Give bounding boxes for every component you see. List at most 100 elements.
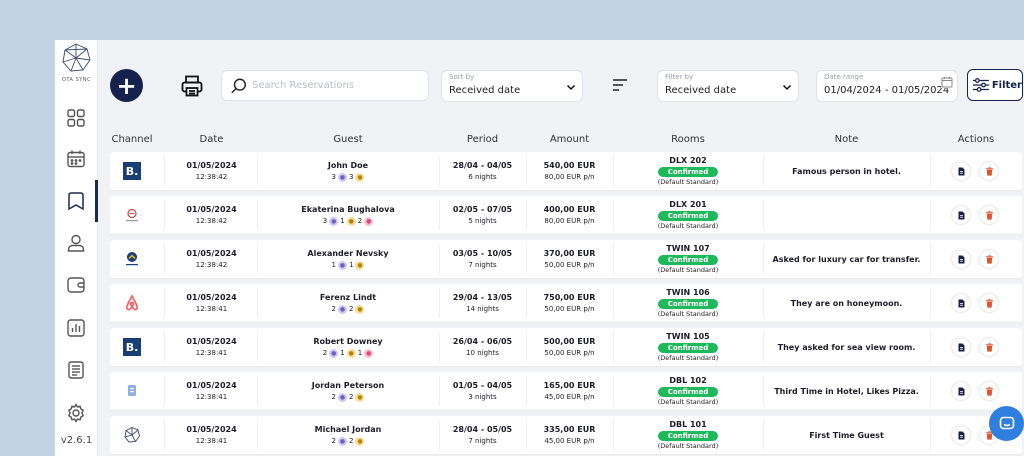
channel-cell: [110, 284, 154, 322]
guest-name[interactable]: Alexander Nevsky: [307, 248, 388, 260]
table-row[interactable]: 01/05/2024 12:38:41 Michael Jordan 2 ● 2 ●…: [110, 416, 1022, 454]
chevron-down-icon: [566, 84, 576, 91]
calendar-icon[interactable]: [941, 76, 953, 88]
bookmark-icon[interactable]: [65, 190, 87, 212]
delete-reservation-button[interactable]: [980, 206, 998, 224]
guest-name[interactable]: John Doe: [328, 160, 368, 172]
date-range-value: 01/04/2024 - 01/05/2024: [824, 85, 950, 96]
received-time: 12:38:41: [195, 436, 228, 445]
per-night-amount: 50,00 EUR p/n: [544, 348, 595, 357]
rate-plan: (Default Standard): [657, 398, 719, 406]
note-cell: They asked for sea view room.: [763, 328, 930, 366]
view-document-button[interactable]: [952, 382, 970, 400]
col-note[interactable]: Note: [763, 134, 930, 145]
col-rooms[interactable]: Rooms: [613, 134, 763, 145]
date-cell: 01/05/2024 12:38:41: [166, 372, 257, 410]
print-icon[interactable]: [180, 74, 204, 98]
filter-button[interactable]: Filter: [967, 69, 1023, 101]
table-row[interactable]: 01/05/2024 12:38:42 Ekaterina Bughalova …: [110, 196, 1022, 234]
sort-direction-icon[interactable]: [612, 78, 628, 92]
reservation-note: Third Time in Hotel, Likes Pizza.: [774, 386, 919, 396]
view-document-button[interactable]: [952, 206, 970, 224]
date-range-input[interactable]: Date range 01/04/2024 - 01/05/2024: [816, 70, 958, 102]
filter-by-caption: Filter by: [665, 73, 694, 81]
sort-select[interactable]: Sort by Received date: [441, 70, 583, 102]
document-icon: [958, 387, 964, 395]
filter-by-select[interactable]: Filter by Received date: [657, 70, 799, 102]
guest-counts: 2 ● 2 ●: [331, 304, 365, 314]
guest-cell: Robert Downey 2 ● 1 ● 1 ●: [257, 328, 439, 366]
table-row[interactable]: 01/05/2024 12:38:41 Jordan Peterson 2 ● 2…: [110, 372, 1022, 410]
status-badge: Confirmed: [657, 299, 719, 309]
delete-reservation-button[interactable]: [980, 250, 998, 268]
search-input[interactable]: [252, 80, 422, 91]
view-document-button[interactable]: [952, 294, 970, 312]
bar-chart-icon[interactable]: [65, 317, 87, 339]
booking-logo: B.: [123, 338, 141, 356]
period-cell: 29/04 - 13/05 14 nights: [439, 284, 526, 322]
adult-icon: ●: [338, 304, 347, 314]
per-night-amount: 45,00 EUR p/n: [544, 392, 595, 401]
wallet-icon[interactable]: [65, 274, 87, 296]
col-guest[interactable]: Guest: [257, 134, 439, 145]
note-cell: Famous person in hotel.: [763, 152, 930, 190]
table-row[interactable]: 01/05/2024 12:38:41 Ferenz Lindt 2 ● 2 ● 2…: [110, 284, 1022, 322]
room-name: DBL 102: [669, 376, 707, 385]
delete-reservation-button[interactable]: [980, 338, 998, 356]
rooms-cell: DBL 101 Confirmed (Default Standard): [613, 416, 763, 454]
col-channel[interactable]: Channel: [110, 134, 154, 145]
delete-reservation-button[interactable]: [980, 294, 998, 312]
channel-cell: [110, 372, 154, 410]
guest-name[interactable]: Jordan Peterson: [312, 380, 384, 392]
col-date[interactable]: Date: [166, 134, 257, 145]
guest-counts: 2 ● 2 ●: [331, 436, 365, 446]
guest-counts: 2 ● 1 ● 1 ●: [322, 348, 374, 358]
view-document-button[interactable]: [952, 426, 970, 444]
table-row[interactable]: 01/05/2024 12:38:42 Alexander Nevsky 1 ● …: [110, 240, 1022, 278]
reservation-note: First Time Guest: [809, 430, 884, 440]
received-date: 01/05/2024: [186, 204, 237, 214]
calendar-icon[interactable]: [65, 148, 87, 170]
room-name: DLX 201: [669, 200, 707, 209]
gear-icon[interactable]: [65, 402, 87, 424]
note-cell: They are on honeymoon.: [763, 284, 930, 322]
ota-sync-logo[interactable]: [59, 42, 93, 76]
col-period[interactable]: Period: [439, 134, 526, 145]
guest-name[interactable]: Ferenz Lindt: [320, 292, 376, 304]
nights-count: 10 nights: [466, 348, 499, 357]
ota-sync-channel-logo: [124, 427, 140, 443]
col-amount[interactable]: Amount: [526, 134, 613, 145]
rate-plan: (Default Standard): [657, 442, 719, 450]
status-badge: Confirmed: [657, 167, 719, 177]
received-date: 01/05/2024: [186, 424, 237, 434]
rooms-cell: TWIN 107 Confirmed (Default Standard): [613, 240, 763, 278]
guest-name[interactable]: Robert Downey: [313, 336, 382, 348]
rooms-cell: DLX 201 Confirmed (Default Standard): [613, 196, 763, 234]
table-row[interactable]: B. 01/05/2024 12:38:41 Robert Downey 2 ● …: [110, 328, 1022, 366]
delete-reservation-button[interactable]: [980, 162, 998, 180]
child-icon: ●: [355, 260, 365, 270]
view-document-button[interactable]: [952, 250, 970, 268]
view-document-button[interactable]: [952, 162, 970, 180]
search-box: [221, 70, 429, 101]
amount-cell: 400,00 EUR 80,00 EUR p/n: [526, 196, 613, 234]
delete-reservation-button[interactable]: [980, 382, 998, 400]
guest-cell: Jordan Peterson 2 ● 2 ●: [257, 372, 439, 410]
status-badge: Confirmed: [657, 387, 719, 397]
guest-counts: 2 ● 2 ●: [331, 392, 365, 402]
chat-support-button[interactable]: [989, 406, 1024, 441]
trash-icon: [985, 298, 993, 308]
table-row[interactable]: B. 01/05/2024 12:38:42 John Doe 3 ● 3 ● 28…: [110, 152, 1022, 190]
grid-icon[interactable]: [65, 107, 87, 129]
guest-name[interactable]: Ekaterina Bughalova: [301, 204, 394, 216]
logo-text: OTA SYNC: [61, 77, 92, 83]
add-reservation-button[interactable]: +: [110, 69, 143, 102]
document-icon[interactable]: [65, 359, 87, 381]
rooms-cell: TWIN 106 Confirmed (Default Standard): [613, 284, 763, 322]
total-amount: 500,00 EUR: [543, 336, 596, 346]
user-icon[interactable]: [65, 232, 87, 254]
guest-cell: Ekaterina Bughalova 3 ● 1 ● 2 ●: [257, 196, 439, 234]
view-document-button[interactable]: [952, 338, 970, 356]
guest-name[interactable]: Michael Jordan: [315, 424, 382, 436]
channel-cell: [110, 196, 154, 234]
